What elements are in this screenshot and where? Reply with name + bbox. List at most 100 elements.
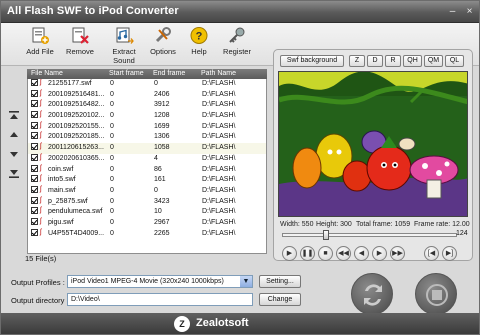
row-checkbox[interactable] [31, 132, 38, 140]
row-checkbox[interactable] [31, 121, 38, 129]
col-path-name[interactable]: Path Name [201, 70, 236, 77]
row-checkbox[interactable] [31, 153, 38, 161]
swf-file-icon: ʃ [40, 207, 42, 215]
zoom-z-button[interactable]: Z [349, 55, 365, 67]
table-row[interactable]: ʃ 2001120615263... 0 1058 D:\FLASH\ [28, 143, 266, 154]
info-width: Width: 550 [280, 221, 314, 228]
frame-slider-track[interactable] [282, 233, 457, 237]
table-row[interactable]: ʃ 2002020610365... 0 4 D:\FLASH\ [28, 153, 266, 165]
swf-preview-canvas [278, 71, 468, 217]
cell-file-name: coin.swf [48, 165, 74, 173]
zoom-ql-button[interactable]: QL [445, 55, 464, 67]
file-list[interactable]: ʃ 21255177.swf 0 0 D:\FLASH\ ʃ 2001092516481..… [27, 79, 267, 254]
add-file-button[interactable]: Add File [23, 26, 57, 64]
table-row[interactable]: ʃ 21255177.swf 0 0 D:\FLASH\ [28, 79, 266, 90]
minimize-button[interactable]: – [446, 5, 459, 18]
table-row[interactable]: ʃ 2001092520155... 0 1699 D:\FLASH\ [28, 121, 266, 133]
next-frame-icon: ▶ [376, 250, 383, 257]
cell-path-name: D:\FLASH\ [202, 90, 236, 98]
cell-end-frame: 0 [154, 186, 158, 194]
cell-end-frame: 1699 [154, 122, 170, 130]
table-row[interactable]: ʃ 2001092516481... 0 2406 D:\FLASH\ [28, 89, 266, 101]
table-row[interactable]: ʃ U4P55T4D4009... 0 2265 D:\FLASH\ [28, 228, 266, 240]
cell-file-name: 21255177.swf [48, 80, 92, 87]
options-button[interactable]: Options [149, 26, 177, 64]
row-checkbox[interactable] [31, 175, 38, 183]
col-file-name[interactable]: File Name [31, 70, 63, 77]
setting-button[interactable]: Setting... [259, 275, 301, 288]
cell-end-frame: 86 [154, 165, 162, 173]
chevron-down-icon[interactable]: ▼ [240, 276, 252, 287]
cell-file-name: 2001120615263... [48, 144, 104, 152]
extract-sound-button[interactable]: Extract Sound [102, 26, 146, 65]
zoom-qm-button[interactable]: QM [424, 55, 443, 67]
row-checkbox[interactable] [31, 196, 38, 204]
output-profile-select[interactable]: iPod Video1 MPEG-4 Movie (320x240 1000kb… [67, 275, 253, 288]
prev-frame-button[interactable]: ◀ [354, 246, 369, 261]
row-checkbox[interactable] [31, 164, 38, 172]
play-button[interactable]: ▶ [282, 246, 297, 261]
swf-file-icon: ʃ [40, 185, 42, 193]
table-row[interactable]: ʃ 2001092516482... 0 3912 D:\FLASH\ [28, 100, 266, 111]
cell-start-frame: 0 [110, 208, 114, 216]
fast-forward-button[interactable]: ▶▶ [390, 246, 405, 261]
stop-convert-button[interactable] [415, 273, 457, 315]
pause-button[interactable]: ❚❚ [300, 246, 315, 261]
table-row[interactable]: ʃ coin.swf 0 86 D:\FLASH\ [28, 164, 266, 176]
swf-background-button[interactable]: Swf background [280, 55, 344, 67]
help-button[interactable]: ? Help [187, 26, 211, 64]
row-checkbox[interactable] [31, 111, 38, 119]
remove-label: Remove [66, 47, 94, 56]
col-end-frame[interactable]: End frame [153, 70, 185, 77]
rewind-button[interactable]: ◀◀ [336, 246, 351, 261]
col-start-frame[interactable]: Start frame [109, 70, 144, 77]
stop-button[interactable]: ■ [318, 246, 333, 261]
change-button[interactable]: Change [259, 293, 301, 306]
row-checkbox[interactable] [31, 100, 38, 108]
cell-file-name: 2001092520155... [48, 122, 105, 130]
table-row[interactable]: ʃ into5.swf 0 161 D:\FLASH\ [28, 175, 266, 186]
cell-end-frame: 1306 [154, 133, 170, 141]
output-directory-input[interactable]: D:\Video\ [67, 293, 253, 306]
next-frame-button[interactable]: ▶ [372, 246, 387, 261]
cell-start-frame: 0 [110, 218, 114, 226]
cell-end-frame: 3912 [154, 101, 170, 109]
set-start-button[interactable]: [◀ [424, 246, 439, 261]
extract-sound-icon [116, 27, 134, 44]
frame-slider-thumb[interactable] [322, 230, 329, 240]
cell-file-name: U4P55T4D4009... [48, 229, 105, 237]
set-end-button[interactable]: ▶] [442, 246, 457, 261]
convert-button[interactable] [351, 273, 393, 315]
row-checkbox[interactable] [31, 79, 38, 86]
close-button[interactable]: × [463, 5, 476, 18]
row-checkbox[interactable] [31, 89, 38, 97]
swf-file-icon: ʃ [40, 217, 42, 225]
cell-start-frame: 0 [110, 154, 114, 162]
table-row[interactable]: ʃ main.swf 0 0 D:\FLASH\ [28, 185, 266, 197]
register-button[interactable]: Register [221, 26, 253, 64]
app-window: All Flash SWF to iPod Converter – × Add … [0, 0, 480, 335]
row-checkbox[interactable] [31, 143, 38, 151]
row-checkbox[interactable] [31, 207, 38, 215]
cell-end-frame: 10 [154, 208, 162, 216]
remove-button[interactable]: Remove [63, 26, 97, 64]
options-label: Options [150, 47, 176, 56]
table-row[interactable]: ʃ pendulumeca.swf 0 10 D:\FLASH\ [28, 207, 266, 218]
zoom-qh-button[interactable]: QH [403, 55, 422, 67]
output-profiles-label: Output Profiles : [11, 278, 65, 287]
zoom-d-button[interactable]: D [367, 55, 383, 67]
cell-end-frame: 1208 [154, 112, 170, 120]
convert-icon [364, 284, 382, 306]
cell-end-frame: 2967 [154, 218, 170, 226]
zoom-r-button[interactable]: R [385, 55, 401, 67]
row-checkbox[interactable] [31, 228, 38, 236]
table-row[interactable]: ʃ 2001092520185... 0 1306 D:\FLASH\ [28, 132, 266, 143]
row-checkbox[interactable] [31, 185, 38, 193]
row-checkbox[interactable] [31, 217, 38, 225]
table-row[interactable]: ʃ 2001092520102... 0 1208 D:\FLASH\ [28, 111, 266, 122]
table-row[interactable]: ʃ p_25875.swf 0 3423 D:\FLASH\ [28, 196, 266, 208]
table-row[interactable]: ʃ pigu.swf 0 2967 D:\FLASH\ [28, 217, 266, 229]
swf-file-icon: ʃ [40, 100, 42, 108]
cell-start-frame: 0 [110, 186, 114, 194]
cell-file-name: 2001092520102... [48, 112, 105, 120]
